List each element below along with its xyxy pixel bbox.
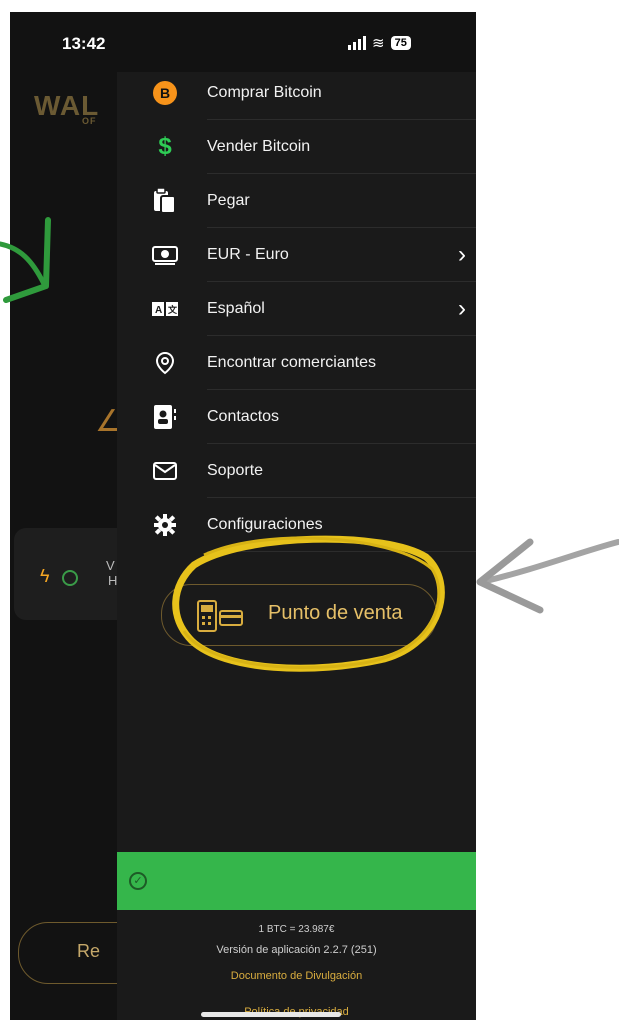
- exchange-rate: 1 BTC = 23.987€: [258, 924, 335, 935]
- status-banner: ✓: [117, 852, 476, 910]
- card-text: VH: [106, 558, 118, 588]
- contacts-icon: [150, 402, 180, 432]
- receive-icon: [62, 570, 78, 586]
- menu-item-settings[interactable]: Configuraciones: [117, 498, 476, 552]
- bitcoin-icon: B: [150, 78, 180, 108]
- menu-item-support[interactable]: Soporte: [117, 444, 476, 498]
- pos-label: Punto de venta: [268, 602, 403, 624]
- menu-item-buy-bitcoin[interactable]: B Comprar Bitcoin: [117, 66, 476, 120]
- lightning-icon: ϟ: [40, 566, 50, 586]
- menu-item-language[interactable]: A文 Español ›: [117, 282, 476, 336]
- menu-item-sell-bitcoin[interactable]: $ Vender Bitcoin: [117, 120, 476, 174]
- paste-icon: [150, 186, 180, 216]
- gear-icon: [150, 510, 180, 540]
- app-logo: WAL OF: [34, 90, 100, 126]
- signal-icon: [348, 36, 366, 50]
- wifi-icon: ≋: [372, 35, 385, 52]
- disclosure-link[interactable]: Documento de Divulgación: [117, 970, 476, 982]
- menu-item-find-merchants[interactable]: Encontrar comerciantes: [117, 336, 476, 390]
- home-indicator: [201, 1012, 341, 1017]
- svg-text:文: 文: [167, 304, 178, 315]
- currency-icon: [150, 240, 180, 270]
- battery-icon: 75: [390, 36, 411, 50]
- app-version: Versión de aplicación 2.2.7 (251): [216, 944, 377, 956]
- chevron-right-icon: ›: [458, 295, 466, 322]
- menu-item-contacts[interactable]: Contactos: [117, 390, 476, 444]
- location-pin-icon: [150, 348, 180, 378]
- status-icons: ≋ 75: [348, 34, 411, 52]
- point-of-sale-button[interactable]: Punto de venta: [161, 584, 437, 646]
- language-icon: A文: [150, 294, 180, 324]
- dollar-icon: $: [158, 133, 172, 160]
- grey-arrow-annotation: [476, 538, 619, 614]
- side-menu-drawer: B Comprar Bitcoin $ Vender Bitcoin Pegar: [117, 72, 476, 1020]
- phone-screen: 13:42 ≋ 75 WAL OF ∠ ϟ VH Re B Comprar Bi…: [10, 12, 476, 1020]
- menu-item-currency[interactable]: EUR - Euro ›: [117, 228, 476, 282]
- status-time: 13:42: [62, 34, 106, 53]
- menu-item-paste[interactable]: Pegar: [117, 174, 476, 228]
- chevron-right-icon: ›: [458, 241, 466, 268]
- svg-text:A: A: [155, 305, 162, 316]
- check-circle-icon: ✓: [129, 872, 147, 890]
- pos-terminal-icon: [197, 600, 243, 632]
- menu-footer: 1 BTC = 23.987€ Versión de aplicación 2.…: [117, 910, 476, 1020]
- mail-icon: [150, 456, 180, 486]
- background-card: ϟ VH: [14, 528, 134, 620]
